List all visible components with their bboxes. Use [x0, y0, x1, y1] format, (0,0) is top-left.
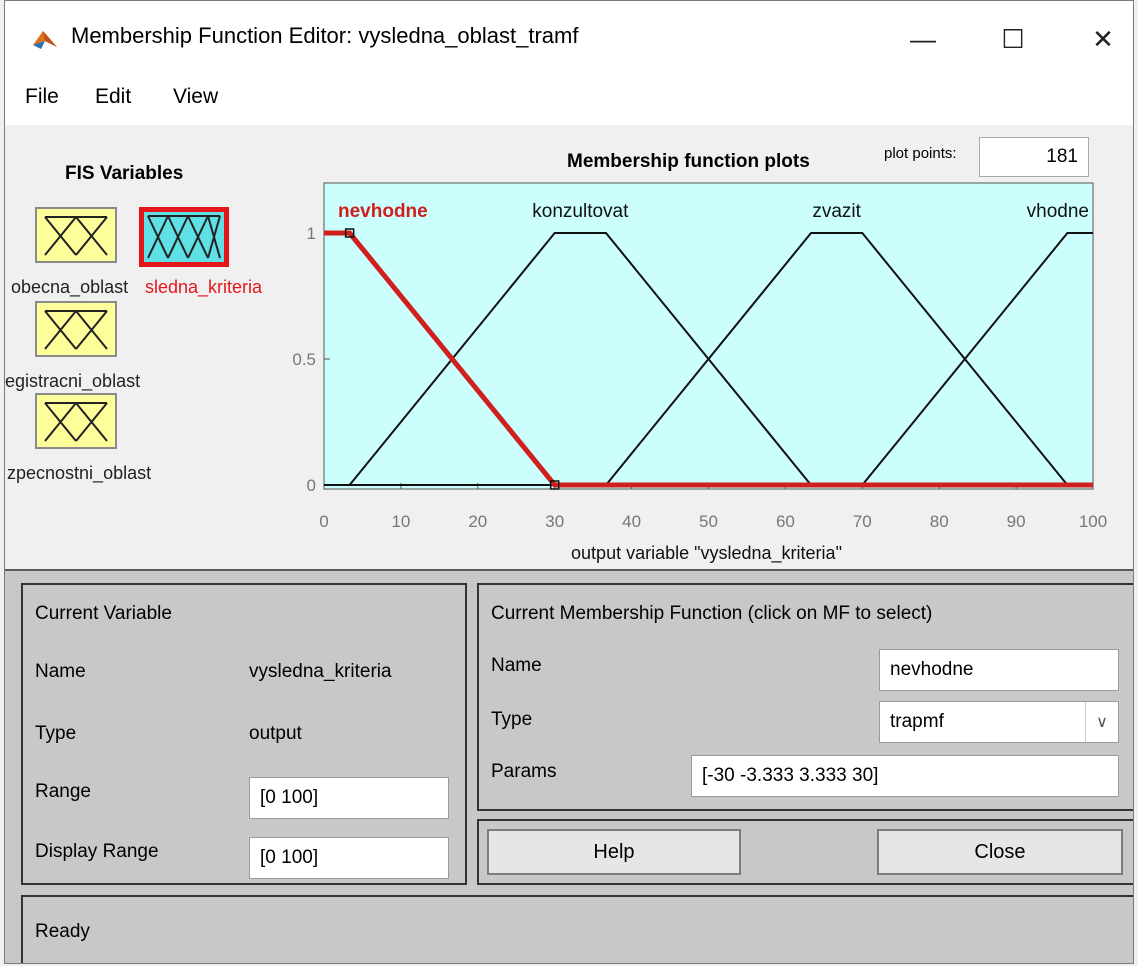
panel-title: Current Membership Function (click on MF…: [491, 603, 933, 624]
x-tick-label: 80: [930, 512, 949, 531]
mf-label-nevhodne: nevhodne: [338, 201, 428, 222]
menu-view[interactable]: View: [173, 85, 218, 109]
window-title: Membership Function Editor: vysledna_obl…: [71, 23, 579, 48]
plot-area: FIS Variables obecna_oblast sledna_krite…: [5, 125, 1133, 569]
help-button[interactable]: Help: [487, 829, 741, 875]
status-text: Ready: [35, 921, 90, 942]
status-panel: Ready: [21, 895, 1133, 963]
variable-name-value: vysledna_kriteria: [249, 661, 392, 682]
x-tick-label: 20: [468, 512, 487, 531]
mf-label-konzultovat: konzultovat: [532, 201, 629, 222]
display-range-label: Display Range: [35, 841, 159, 862]
mf-type-value: trapmf: [890, 711, 944, 732]
menu-file[interactable]: File: [25, 85, 59, 109]
menu-bar: File Edit View: [5, 77, 1133, 125]
x-tick-label: 100: [1079, 512, 1107, 531]
control-area: Current Variable Name vysledna_kriteria …: [5, 569, 1133, 963]
mf-label-zvazit: zvazit: [812, 201, 861, 222]
minimize-button[interactable]: —: [895, 15, 951, 63]
x-tick-label: 40: [622, 512, 641, 531]
mf-params-label: Params: [491, 761, 557, 782]
y-tick-label: 0: [307, 476, 316, 495]
menu-edit[interactable]: Edit: [95, 85, 131, 109]
plot-background: [323, 182, 1094, 490]
close-window-button[interactable]: ✕: [1075, 15, 1131, 63]
matlab-logo-icon: [33, 31, 57, 49]
x-tick-label: 0: [319, 512, 328, 531]
current-mf-panel: Current Membership Function (click on MF…: [477, 583, 1133, 811]
x-tick-label: 70: [853, 512, 872, 531]
mf-params-input[interactable]: [-30 -3.333 3.333 30]: [691, 755, 1119, 797]
display-range-input[interactable]: [0 100]: [249, 837, 449, 879]
mf-editor-window: Membership Function Editor: vysledna_obl…: [4, 0, 1134, 964]
membership-function-chart[interactable]: 0 10 20 30 40 50 60 70 80 90 100 0 0.5 1 output variab…: [5, 125, 1133, 569]
x-tick-label: 50: [699, 512, 718, 531]
name-label: Name: [35, 661, 86, 682]
x-tick-label: 10: [391, 512, 410, 531]
chevron-down-icon[interactable]: ∨: [1085, 702, 1118, 742]
range-input[interactable]: [0 100]: [249, 777, 449, 819]
mf-type-label: Type: [491, 709, 533, 730]
panel-title: Current Variable: [35, 603, 172, 624]
mf-label-vhodne: vhodne: [1027, 201, 1089, 222]
mf-name-label: Name: [491, 655, 542, 676]
type-label: Type: [35, 723, 77, 744]
y-tick-label: 1: [307, 224, 316, 243]
button-panel: Help Close: [477, 819, 1133, 885]
x-tick-label: 30: [545, 512, 564, 531]
x-tick-label: 60: [776, 512, 795, 531]
y-tick-label: 0.5: [292, 350, 316, 369]
x-axis-label: output variable "vysledna_kriteria": [571, 543, 842, 564]
range-label: Range: [35, 781, 91, 802]
title-bar: Membership Function Editor: vysledna_obl…: [5, 1, 1133, 77]
variable-type-value: output: [249, 723, 302, 744]
mf-name-input[interactable]: nevhodne: [879, 649, 1119, 691]
close-button[interactable]: Close: [877, 829, 1123, 875]
x-tick-label: 90: [1007, 512, 1026, 531]
current-variable-panel: Current Variable Name vysledna_kriteria …: [21, 583, 467, 885]
mf-type-select[interactable]: trapmf ∨: [879, 701, 1119, 743]
maximize-button[interactable]: ☐: [985, 15, 1041, 63]
